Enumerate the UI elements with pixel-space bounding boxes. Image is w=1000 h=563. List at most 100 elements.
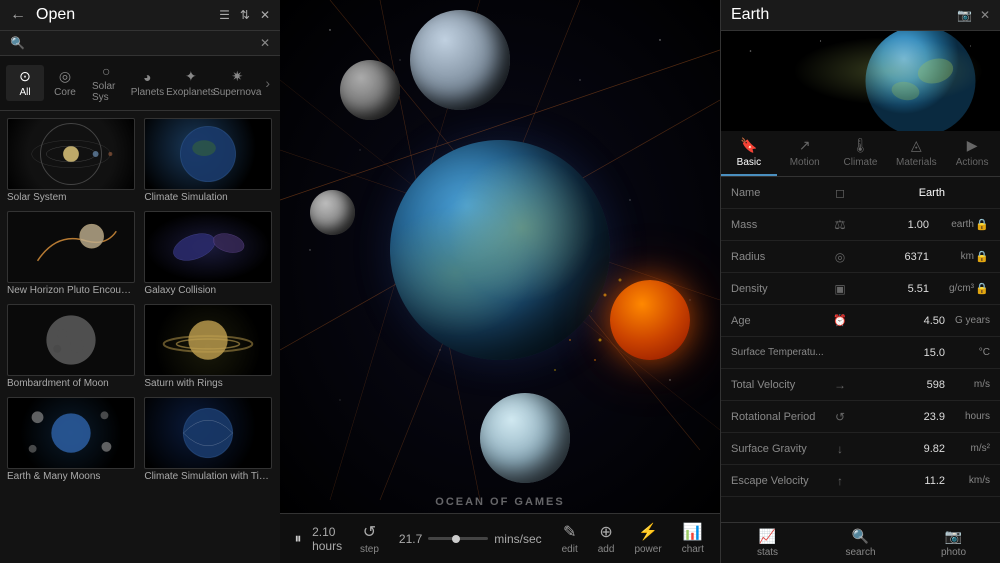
planet-icy[interactable] — [480, 393, 570, 483]
step-slider[interactable] — [428, 537, 488, 540]
tab-motion[interactable]: ↗ Motion — [777, 131, 833, 176]
tab-climate[interactable]: 🌡 Climate — [833, 131, 889, 176]
prop-value-surface-temp[interactable]: 15.0 — [849, 347, 945, 359]
clear-search-icon[interactable]: ✕ — [260, 36, 270, 50]
prop-value-name[interactable]: Earth — [849, 187, 945, 199]
cat-tab-supernova[interactable]: ✷ Supernova — [215, 65, 259, 101]
cat-tab-all[interactable]: ⊙ All — [6, 65, 44, 101]
camera-off-icon[interactable]: 📷 — [957, 8, 972, 22]
prop-lock-radius[interactable]: 🔒 — [974, 250, 990, 263]
right-bottom-tabs: 📈 stats 🔍 search 📷 photo — [721, 522, 1000, 563]
prop-value-density[interactable]: 5.51 — [849, 283, 929, 295]
scenario-galaxy[interactable]: Galaxy Collision — [144, 211, 272, 298]
basic-tab-icon: 🔖 — [740, 137, 757, 154]
pause-button[interactable]: ⏸ — [290, 527, 306, 551]
scenario-pluto[interactable]: New Horizon Pluto Encounter in 2015 — [7, 211, 135, 298]
stats-label: stats — [757, 547, 778, 558]
scenario-thumb-moon — [7, 304, 135, 376]
prop-value-surface-gravity[interactable]: 9.82 — [849, 443, 945, 455]
tool-step[interactable]: ↺ step — [360, 522, 379, 555]
prop-icon-total-velocity: → — [831, 378, 849, 392]
planet-earth-main[interactable] — [390, 140, 610, 360]
scenario-climate-sim[interactable]: Climate Simulation — [144, 118, 272, 205]
back-icon[interactable]: ← — [10, 6, 26, 24]
actions-tab-icon: ▶ — [967, 137, 978, 154]
prop-unit-escape-velocity: km/s — [945, 475, 990, 486]
cat-solarsys-icon: ○ — [102, 63, 110, 79]
cat-tab-solarsys[interactable]: ○ Solar Sys — [86, 60, 126, 106]
cat-tab-exoplanets[interactable]: ✦ Exoplanets — [168, 65, 213, 101]
prop-row-radius: Radius ◎ 6371 km 🔒 — [721, 241, 1000, 273]
cat-tab-planets[interactable]: ◕ Planets — [128, 66, 166, 101]
prop-icon-mass: ⚖ — [831, 217, 849, 233]
prop-row-total-velocity: Total Velocity → 598 m/s — [721, 369, 1000, 401]
prop-lock-mass[interactable]: 🔒 — [974, 218, 990, 231]
planet-gray-small[interactable] — [340, 60, 400, 120]
tab-materials[interactable]: ◬ Materials — [888, 131, 944, 176]
prop-row-name: Name ◻ Earth — [721, 177, 1000, 209]
tool-add[interactable]: ⊕ add — [598, 522, 615, 555]
prop-value-escape-velocity[interactable]: 11.2 — [849, 475, 945, 487]
power-label: power — [634, 544, 661, 555]
power-icon: ⚡ — [638, 522, 658, 542]
planet-gray-tiny[interactable] — [310, 190, 355, 235]
cat-exoplanets-label: Exoplanets — [166, 87, 215, 98]
stats-icon: 📈 — [759, 528, 776, 545]
scenario-climate2[interactable]: Climate Simulation with Tidally-Locked E… — [144, 397, 272, 484]
search-bar: 🔍 ✕ — [0, 31, 280, 56]
scenario-thumb-galaxy — [144, 211, 272, 283]
scenario-label-galaxy: Galaxy Collision — [144, 283, 272, 298]
main-viewport[interactable] — [280, 0, 720, 513]
prop-value-rotational-period[interactable]: 23.9 — [849, 411, 945, 423]
tool-edit[interactable]: ✎ edit — [562, 522, 578, 555]
scenario-solar-system[interactable]: Solar System — [7, 118, 135, 205]
search-right-icon: 🔍 — [852, 528, 869, 545]
time-display: 2.10 hours — [312, 525, 350, 553]
pin-icon[interactable]: ⇅ — [240, 8, 250, 22]
space-background — [280, 0, 720, 513]
tab-actions[interactable]: ▶ Actions — [944, 131, 1000, 176]
search-right-label: search — [845, 547, 875, 558]
cat-planets-icon: ◕ — [143, 69, 151, 85]
close-left-icon[interactable]: ✕ — [260, 8, 270, 22]
planet-fire[interactable] — [610, 280, 690, 360]
cat-supernova-icon: ✷ — [231, 68, 243, 85]
cat-tab-core[interactable]: ◎ Core — [46, 65, 84, 101]
bottom-toolbar: ⏸ 2.10 hours ↺ step 21.7 mins/sec ✎ edit… — [280, 513, 720, 563]
btab-photo[interactable]: 📷 photo — [907, 523, 1000, 563]
search-input[interactable] — [31, 36, 254, 50]
scenario-earth-moons[interactable]: Earth & Many Moons — [7, 397, 135, 484]
tool-chart[interactable]: 📊 chart — [682, 522, 704, 555]
prop-value-age[interactable]: 4.50 — [849, 315, 945, 327]
cat-chevron-icon[interactable]: › — [261, 75, 274, 91]
actions-tab-label: Actions — [956, 157, 989, 168]
cat-supernova-label: Supernova — [213, 87, 261, 98]
step-display: 21.7 mins/sec — [399, 532, 542, 546]
prop-row-surface-gravity: Surface Gravity ↓ 9.82 m/s² — [721, 433, 1000, 465]
chart-label: chart — [682, 544, 704, 555]
scenario-moon[interactable]: Bombardment of Moon — [7, 304, 135, 391]
scenario-saturn[interactable]: Saturn with Rings — [144, 304, 272, 391]
tool-power[interactable]: ⚡ power — [634, 522, 661, 555]
prop-value-mass[interactable]: 1.00 — [849, 219, 929, 231]
left-panel: ← Open ☰ ⇅ ✕ 🔍 ✕ ⊙ All ◎ Core ○ Solar Sy… — [0, 0, 280, 563]
scenario-thumb-solar-system — [7, 118, 135, 190]
prop-lock-density[interactable]: 🔒 — [974, 282, 990, 295]
scenario-thumb-pluto — [7, 211, 135, 283]
planet-moon-top[interactable] — [410, 10, 510, 110]
prop-label-radius: Radius — [731, 251, 831, 263]
prop-icon-escape-velocity: ↑ — [831, 474, 849, 488]
prop-value-radius[interactable]: 6371 — [849, 251, 929, 263]
prop-icon-surface-gravity: ↓ — [831, 442, 849, 456]
close-right-icon[interactable]: ✕ — [980, 8, 990, 22]
cat-planets-label: Planets — [131, 87, 164, 98]
btab-stats[interactable]: 📈 stats — [721, 523, 814, 563]
cat-core-label: Core — [54, 87, 76, 98]
materials-tab-label: Materials — [896, 157, 937, 168]
btab-search[interactable]: 🔍 search — [814, 523, 907, 563]
prop-label-escape-velocity: Escape Velocity — [731, 475, 831, 487]
list-icon[interactable]: ☰ — [219, 8, 230, 22]
tab-basic[interactable]: 🔖 Basic — [721, 131, 777, 176]
prop-value-total-velocity[interactable]: 598 — [849, 379, 945, 391]
category-tabs: ⊙ All ◎ Core ○ Solar Sys ◕ Planets ✦ Exo… — [0, 56, 280, 111]
